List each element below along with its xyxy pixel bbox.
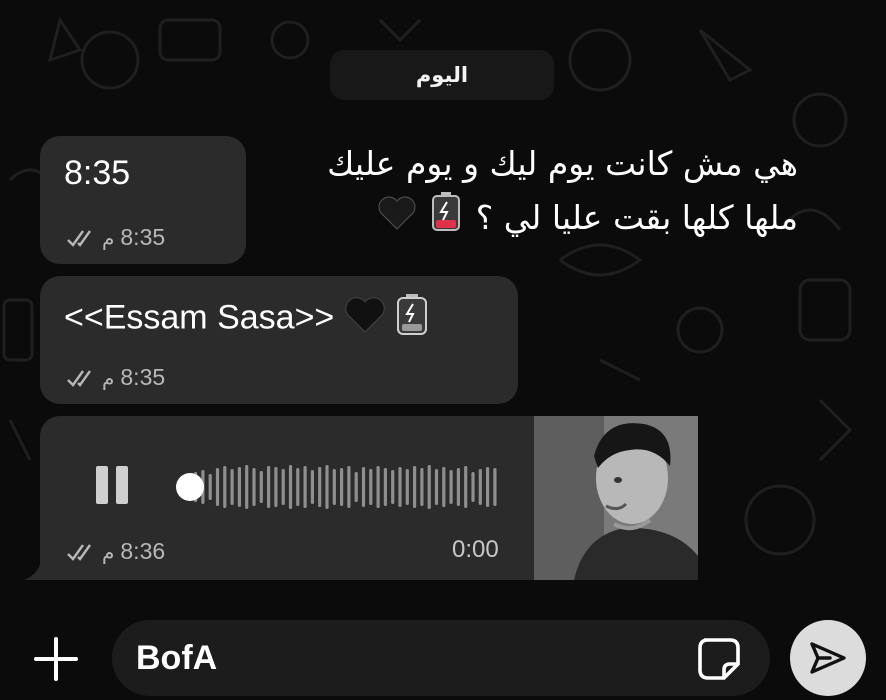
message-meta: م 8:35 — [66, 364, 165, 391]
waveform-bar — [354, 472, 358, 502]
status-caption: هي مش كانت يوم ليك و يوم عليك ملها كلها … — [258, 137, 798, 248]
message-meta: م 8:35 — [66, 224, 165, 251]
send-icon — [810, 642, 846, 674]
date-separator: اليوم — [330, 50, 554, 100]
waveform-bar — [215, 468, 220, 506]
waveform-bar — [288, 465, 293, 509]
waveform-bar — [303, 466, 307, 508]
message-text-row: <<Essam Sasa>> — [64, 294, 429, 345]
black-heart-icon — [344, 296, 386, 343]
message-ampm: م — [102, 225, 115, 250]
waveform-bar — [281, 469, 285, 505]
battery-empty-icon — [431, 191, 461, 248]
waveform-bar — [318, 467, 322, 507]
message-ampm: م — [102, 539, 115, 564]
waveform-bar — [223, 466, 227, 508]
plus-icon[interactable] — [32, 635, 80, 683]
waveform-bar — [486, 467, 490, 507]
waveform-bar — [434, 469, 439, 505]
waveform-bar — [464, 466, 468, 508]
pause-button[interactable] — [96, 466, 132, 504]
waveform-bar — [230, 469, 234, 505]
waveform-bar — [383, 468, 387, 506]
waveform-bar — [310, 470, 314, 504]
waveform-bar — [427, 465, 431, 509]
waveform-bar — [332, 469, 336, 505]
waveform-bar — [208, 474, 212, 500]
waveform-bar — [267, 466, 271, 508]
waveform-bar — [237, 467, 241, 507]
battery-icon — [395, 294, 429, 345]
waveform-bar — [376, 466, 380, 508]
waveform-bar — [325, 465, 329, 509]
message-time: 8:35 — [120, 224, 166, 250]
date-separator-label: اليوم — [415, 63, 469, 87]
waveform-bar — [456, 468, 460, 506]
message-text: 8:35 — [64, 154, 131, 192]
message-meta: م 8:36 — [66, 538, 165, 565]
message-ampm: م — [102, 365, 115, 390]
waveform-bar — [413, 466, 417, 508]
waveform-bar — [493, 468, 497, 506]
waveform-bar — [347, 466, 351, 508]
waveform-bar — [361, 467, 366, 507]
read-double-check-icon — [67, 229, 91, 247]
waveform-bar — [391, 470, 395, 504]
send-button[interactable] — [790, 620, 866, 696]
voice-duration: 0:00 — [452, 536, 499, 563]
waveform-bar — [259, 471, 263, 503]
playback-scrubber[interactable] — [176, 473, 204, 501]
pause-bar-left — [96, 466, 108, 504]
sender-avatar[interactable] — [534, 416, 698, 580]
sticker-icon[interactable] — [696, 636, 742, 682]
waveform-bar — [420, 468, 424, 506]
read-double-check-icon — [67, 543, 91, 561]
heart-icon — [377, 193, 417, 247]
message-text: <<Essam Sasa>> — [64, 298, 335, 337]
message-time: 8:35 — [120, 364, 166, 390]
message-input-value[interactable]: BofA — [136, 636, 217, 680]
pause-bar-right — [116, 466, 128, 504]
waveform-bar — [340, 468, 344, 506]
read-double-check-icon — [67, 369, 91, 387]
caption-line-2-text: ملها كلها بقت عليا لي ؟ — [475, 198, 798, 237]
waveform-bar — [274, 467, 278, 507]
waveform-bar — [252, 468, 256, 506]
voice-waveform[interactable] — [172, 460, 508, 514]
waveform-bar — [478, 469, 482, 505]
waveform-bar — [398, 467, 402, 507]
message-time: 8:36 — [120, 538, 166, 564]
waveform-bar — [449, 470, 453, 504]
caption-line-1: هي مش كانت يوم ليك و يوم عليك — [327, 144, 798, 183]
waveform-bar — [369, 469, 373, 505]
waveform-bar — [471, 472, 475, 502]
caption-line-2: ملها كلها بقت عليا لي ؟ — [258, 191, 798, 248]
waveform-bar — [405, 469, 409, 505]
waveform-bar — [245, 465, 249, 509]
waveform-bar — [442, 467, 446, 507]
waveform-bar — [296, 468, 300, 506]
